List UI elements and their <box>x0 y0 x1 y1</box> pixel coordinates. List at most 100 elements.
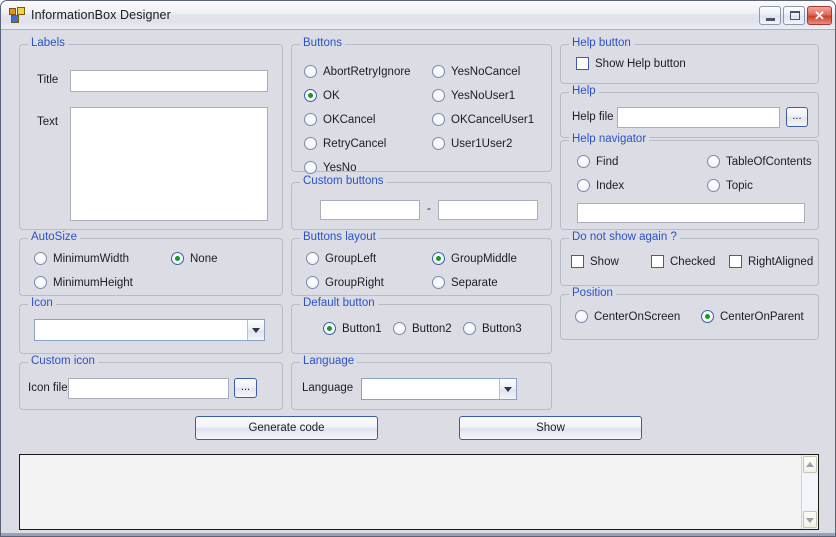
custom-buttons-group: Custom buttons - <box>291 175 552 230</box>
help-file-browse-button[interactable]: ... <box>786 107 808 127</box>
radio-dot-icon <box>432 276 445 289</box>
custom-button-2-input[interactable] <box>438 200 538 220</box>
radio-label: GroupRight <box>325 276 384 289</box>
radio-index[interactable]: Index <box>577 179 624 192</box>
checkbox-show-help-button[interactable]: Show Help button <box>576 57 686 70</box>
radio-okcanceluser1[interactable]: OKCancelUser1 <box>432 113 534 126</box>
radio-centeronparent[interactable]: CenterOnParent <box>701 310 804 323</box>
radio-ok[interactable]: OK <box>304 89 340 102</box>
radio-minimumwidth[interactable]: MinimumWidth <box>34 252 129 265</box>
text-input[interactable] <box>70 107 268 221</box>
radio-okcancel[interactable]: OKCancel <box>304 113 375 126</box>
do-not-show-again-group: Do not show again ? Show Checked RightAl… <box>560 231 819 286</box>
radio-dot-icon <box>575 310 588 323</box>
output-vertical-scrollbar[interactable] <box>801 455 818 529</box>
radio-label: Find <box>596 155 619 168</box>
language-combobox[interactable] <box>361 378 517 400</box>
help-navigator-parameter-input[interactable] <box>577 203 805 223</box>
radio-label: GroupMiddle <box>451 252 517 265</box>
language-combobox-value <box>362 379 499 399</box>
checkbox-icon <box>576 57 589 70</box>
radio-label: Separate <box>451 276 498 289</box>
autosize-group: AutoSize MinimumWidth None MinimumHeight <box>19 231 283 296</box>
radio-label: TableOfContents <box>726 155 812 168</box>
maximize-icon <box>790 10 800 20</box>
radio-separate[interactable]: Separate <box>432 276 498 289</box>
radio-button2[interactable]: Button2 <box>393 322 452 335</box>
maximize-button[interactable] <box>783 5 805 25</box>
radio-retrycancel[interactable]: RetryCancel <box>304 137 386 150</box>
radio-label: None <box>190 252 218 265</box>
radio-label: OKCancel <box>323 113 376 126</box>
chevron-down-icon[interactable] <box>803 511 817 528</box>
radio-user1user2[interactable]: User1User2 <box>432 137 512 150</box>
window-bottom-edge <box>1 533 835 536</box>
radio-abortretryignore[interactable]: AbortRetryIgnore <box>304 65 411 78</box>
radio-centeronscreen[interactable]: CenterOnScreen <box>575 310 680 323</box>
checkbox-icon <box>651 255 664 268</box>
generated-code-text[interactable] <box>20 455 801 529</box>
checkbox-show[interactable]: Show <box>571 255 619 268</box>
information-box-designer-window: InformationBox Designer ✕ Labels Title T… <box>0 0 836 537</box>
radio-dot-icon <box>304 137 317 150</box>
default-button-group-label: Default button <box>300 297 378 309</box>
help-file-input[interactable] <box>617 107 780 128</box>
radio-label: MinimumHeight <box>53 276 133 289</box>
custom-icon-group-label: Custom icon <box>28 355 98 367</box>
radio-dot-icon <box>306 252 319 265</box>
icon-group-label: Icon <box>28 297 56 309</box>
radio-dot-icon <box>323 322 336 335</box>
checkbox-icon <box>571 255 584 268</box>
radio-label: YesNoUser1 <box>451 89 516 102</box>
radio-yesnouser1[interactable]: YesNoUser1 <box>432 89 515 102</box>
generate-code-button[interactable]: Generate code <box>195 416 378 440</box>
title-bar: InformationBox Designer ✕ <box>1 1 835 30</box>
checkbox-label: RightAligned <box>748 255 814 268</box>
radio-yesno[interactable]: YesNo <box>304 161 356 174</box>
title-input[interactable] <box>70 70 268 92</box>
custom-button-1-input[interactable] <box>320 200 420 220</box>
radio-button3[interactable]: Button3 <box>463 322 522 335</box>
generated-code-output[interactable] <box>19 454 819 530</box>
minimize-button[interactable] <box>759 5 781 25</box>
radio-label: CenterOnParent <box>720 310 804 323</box>
window-controls: ✕ <box>759 5 832 25</box>
checkbox-rightaligned[interactable]: RightAligned <box>729 255 813 268</box>
custom-icon-group: Custom icon Icon file ... <box>19 355 283 410</box>
radio-dot-icon <box>304 161 317 174</box>
chevron-down-icon[interactable] <box>247 320 264 340</box>
buttons-group-label: Buttons <box>300 37 345 49</box>
icon-combobox[interactable] <box>34 319 265 341</box>
radio-minimumheight[interactable]: MinimumHeight <box>34 276 133 289</box>
radio-dot-icon <box>432 252 445 265</box>
radio-label: OK <box>323 89 340 102</box>
labels-group: Labels Title Text <box>19 37 283 230</box>
radio-groupleft[interactable]: GroupLeft <box>306 252 376 265</box>
radio-yesnocancel[interactable]: YesNoCancel <box>432 65 520 78</box>
language-group: Language Language <box>291 355 552 410</box>
radio-label: CenterOnScreen <box>594 310 681 323</box>
icon-file-browse-button[interactable]: ... <box>234 378 257 398</box>
radio-label: Index <box>596 179 625 192</box>
radio-dot-icon <box>34 276 47 289</box>
buttons-layout-group-label: Buttons layout <box>300 231 379 243</box>
radio-dot-icon <box>34 252 47 265</box>
radio-groupright[interactable]: GroupRight <box>306 276 384 289</box>
chevron-up-icon[interactable] <box>803 456 817 473</box>
icon-file-input[interactable] <box>68 378 229 399</box>
radio-dot-icon <box>304 113 317 126</box>
radio-label: Topic <box>726 179 753 192</box>
close-button[interactable]: ✕ <box>807 5 832 25</box>
radio-find[interactable]: Find <box>577 155 618 168</box>
radio-groupmiddle[interactable]: GroupMiddle <box>432 252 517 265</box>
radio-tableofcontents[interactable]: TableOfContents <box>707 155 812 168</box>
position-group: Position CenterOnScreen CenterOnParent <box>560 287 819 340</box>
scrollbar-track[interactable] <box>802 474 818 510</box>
radio-none[interactable]: None <box>171 252 218 265</box>
checkbox-checked[interactable]: Checked <box>651 255 715 268</box>
radio-dot-icon <box>432 137 445 150</box>
show-button[interactable]: Show <box>459 416 642 440</box>
radio-topic[interactable]: Topic <box>707 179 753 192</box>
chevron-down-icon[interactable] <box>499 379 516 399</box>
radio-button1[interactable]: Button1 <box>323 322 382 335</box>
